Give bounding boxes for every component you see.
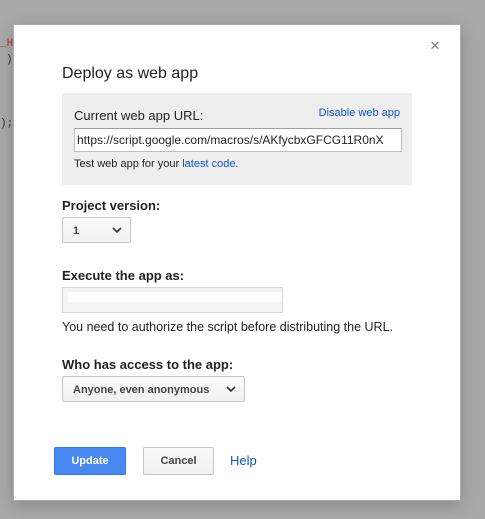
access-select[interactable]: Anyone, even anonymous bbox=[62, 376, 245, 402]
latest-code-link[interactable]: latest code. bbox=[182, 158, 238, 170]
help-link[interactable]: Help bbox=[230, 453, 257, 468]
dialog-title: Deploy as web app bbox=[62, 65, 199, 82]
cancel-button[interactable]: Cancel bbox=[143, 447, 214, 475]
web-app-url-panel: Current web app URL: Disable web app htt… bbox=[62, 93, 412, 185]
url-label: Current web app URL: bbox=[74, 108, 204, 123]
authorize-note: You need to authorize the script before … bbox=[62, 320, 393, 334]
background-top bbox=[0, 0, 485, 24]
test-web-app-text: Test web app for your latest code. bbox=[74, 158, 239, 170]
background-code-editor: _H ) ); bbox=[0, 0, 14, 519]
execute-as-label: Execute the app as: bbox=[62, 268, 185, 283]
disable-web-app-link[interactable]: Disable web app bbox=[319, 107, 400, 119]
project-version-value: 1 bbox=[73, 225, 80, 237]
execute-as-field[interactable] bbox=[62, 287, 283, 313]
chevron-down-icon bbox=[226, 386, 236, 393]
execute-as-value bbox=[68, 292, 282, 302]
access-label: Who has access to the app: bbox=[62, 357, 234, 372]
close-icon[interactable]: × bbox=[427, 37, 443, 54]
code-fragment: _H bbox=[0, 38, 14, 50]
code-fragment: ); bbox=[0, 118, 14, 130]
code-fragment: ) bbox=[6, 54, 13, 66]
test-text-prefix: Test web app for your bbox=[74, 158, 183, 170]
background-bottom bbox=[0, 500, 485, 519]
update-button[interactable]: Update bbox=[54, 447, 126, 475]
access-value: Anyone, even anonymous bbox=[73, 384, 210, 396]
project-version-label: Project version: bbox=[62, 198, 161, 213]
project-version-select[interactable]: 1 bbox=[62, 217, 131, 243]
background-right bbox=[460, 0, 485, 519]
deploy-dialog: × Deploy as web app Current web app URL:… bbox=[13, 24, 461, 501]
chevron-down-icon bbox=[112, 227, 122, 234]
web-app-url-field[interactable]: https://script.google.com/macros/s/AKfyc… bbox=[74, 128, 402, 152]
